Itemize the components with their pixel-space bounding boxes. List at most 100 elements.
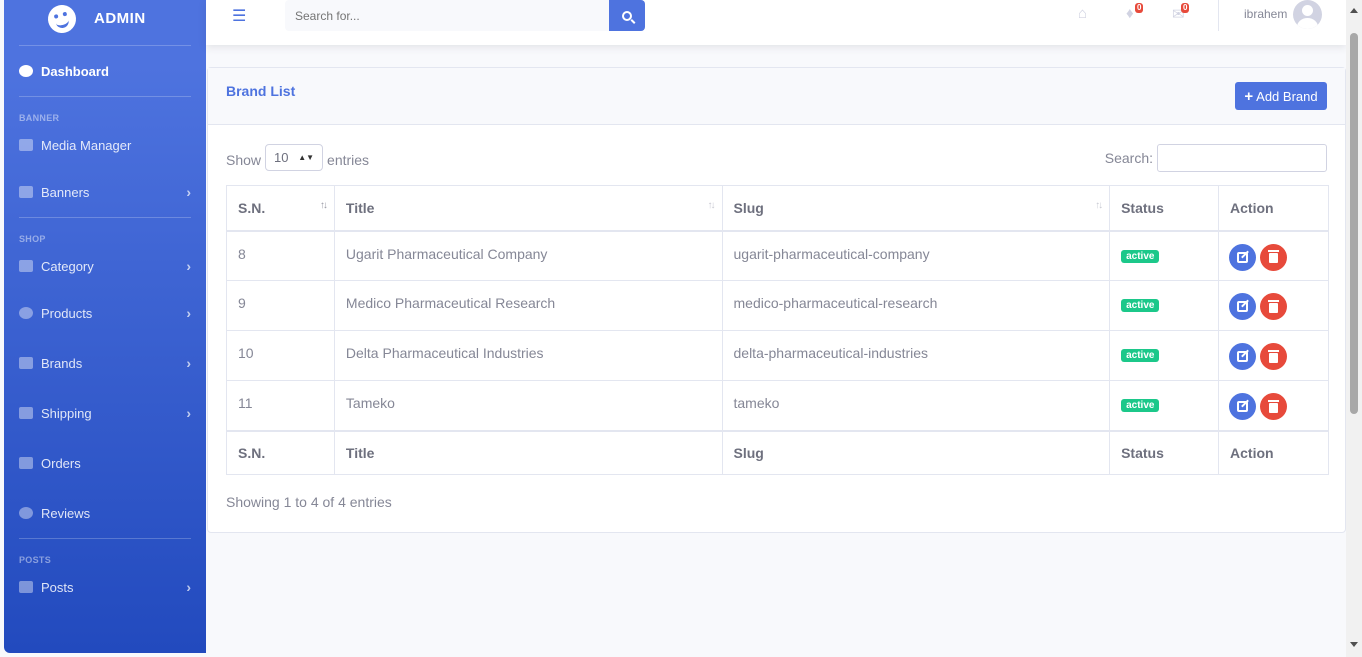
messages-count-badge: 0	[1181, 3, 1190, 13]
brand-list-card: Brand List + Add Brand Show 10 ▲▼ entrie…	[207, 67, 1346, 533]
chevron-right-icon: ›	[186, 355, 191, 371]
edit-button[interactable]	[1229, 343, 1257, 370]
sidebar-item-posts[interactable]: Posts ›	[4, 565, 206, 609]
entries-select[interactable]: 10 ▲▼	[265, 144, 324, 171]
sidebar-item-dashboard[interactable]: Dashboard	[4, 46, 206, 96]
entries-label: entries	[327, 151, 370, 168]
cell-status: active	[1109, 230, 1220, 281]
user-name[interactable]: ibrahem	[1244, 7, 1287, 21]
chevron-right-icon: ›	[186, 184, 191, 200]
brand-table: S.N. ↑↓ Title ↑↓ Slug ↑↓ Status Action 8 Ug…	[226, 185, 1329, 475]
footer-header-slug: Slug	[721, 429, 1111, 475]
table-row: 11 Tameko tameko active	[226, 380, 1329, 431]
edit-button[interactable]	[1229, 293, 1257, 320]
cell-sn: 9	[226, 280, 335, 331]
edit-button[interactable]	[1229, 243, 1257, 271]
table-row: 9 Medico Pharmaceutical Research medico-…	[226, 280, 1329, 331]
delete-button[interactable]	[1260, 243, 1288, 271]
search-button[interactable]	[609, 0, 645, 31]
table-search-input[interactable]	[1157, 144, 1327, 172]
table-footer-row: S.N. Title Slug Status Action	[226, 429, 1329, 475]
cell-title: Tameko	[333, 380, 723, 431]
cell-action	[1218, 280, 1329, 331]
column-header-label: S.N.	[238, 199, 266, 216]
home-icon[interactable]: ⌂	[1078, 5, 1087, 22]
sidebar-item-media-manager[interactable]: Media Manager	[4, 123, 206, 167]
card-title: Brand List	[226, 83, 296, 99]
sidebar-item-brands[interactable]: Brands ›	[4, 338, 206, 388]
chevron-right-icon: ›	[186, 258, 191, 274]
trash-icon	[1268, 349, 1280, 363]
column-header-sn[interactable]: S.N. ↑↓	[226, 185, 335, 232]
delete-button[interactable]	[1260, 393, 1288, 420]
chart-area-icon	[19, 139, 33, 151]
scroll-down-arrow-icon[interactable]	[1350, 642, 1358, 647]
search-icon	[622, 10, 632, 21]
scroll-up-arrow-icon[interactable]	[1350, 8, 1358, 13]
cell-action	[1218, 380, 1329, 431]
tachometer-icon	[19, 65, 33, 77]
hammer-icon	[19, 457, 33, 469]
cell-slug: ugarit-pharmaceutical-company	[721, 230, 1111, 281]
column-header-slug[interactable]: Slug ↑↓	[721, 185, 1111, 232]
avatar[interactable]	[1293, 0, 1322, 29]
table-header-row: S.N. ↑↓ Title ↑↓ Slug ↑↓ Status Action	[226, 185, 1329, 232]
sidebar-item-shipping[interactable]: Shipping ›	[4, 388, 206, 438]
cell-title: Medico Pharmaceutical Research	[333, 280, 723, 331]
cell-title: Ugarit Pharmaceutical Company	[333, 230, 723, 281]
sidebar-item-label: Media Manager	[41, 137, 132, 153]
trash-icon	[1268, 399, 1280, 413]
sidebar-item-label: Brands	[41, 355, 83, 371]
sort-icon: ↑↓	[1095, 200, 1103, 211]
scroll-thumb[interactable]	[1350, 33, 1358, 414]
delete-button[interactable]	[1260, 343, 1288, 370]
delete-button[interactable]	[1260, 293, 1288, 320]
column-header-label: Title	[345, 199, 375, 216]
sidebar-heading-banner: BANNER	[19, 113, 60, 123]
sidebar: ADMIN Dashboard BANNER Media Manager Ban…	[4, 0, 206, 653]
page-scrollbar[interactable]	[1346, 0, 1362, 657]
cell-slug: tameko	[721, 380, 1111, 431]
edit-icon	[1237, 351, 1249, 362]
sidebar-item-orders[interactable]: Orders	[4, 438, 206, 488]
datatable-controls: Show 10 ▲▼ entries Search:	[226, 144, 1327, 172]
entries-select-value: 10	[274, 150, 289, 165]
sidebar-item-label: Dashboard	[41, 63, 109, 79]
comments-icon	[19, 507, 33, 519]
sidebar-toggle-icon[interactable]: ☰	[232, 6, 246, 26]
table-info: Showing 1 to 4 of 4 entries	[226, 494, 392, 510]
cell-sn: 11	[226, 380, 335, 431]
sidebar-divider	[19, 538, 191, 539]
add-brand-label: Add Brand	[1256, 88, 1318, 104]
topbar-divider	[1218, 0, 1219, 31]
topbar: ☰ ⌂ ♦ 0 ✉ 0 ibrahem	[206, 0, 1346, 45]
column-header-title[interactable]: Title ↑↓	[333, 185, 723, 232]
bell-icon[interactable]: ♦ 0	[1126, 3, 1144, 22]
search-input[interactable]	[285, 0, 609, 31]
edit-icon	[1237, 301, 1249, 312]
chevron-right-icon: ›	[186, 579, 191, 595]
edit-icon	[1237, 251, 1249, 263]
sidebar-item-reviews[interactable]: Reviews	[4, 488, 206, 538]
table-search-label: Search:	[1104, 150, 1153, 166]
cell-slug: medico-pharmaceutical-research	[721, 280, 1111, 331]
status-badge: active	[1121, 349, 1160, 362]
column-header-label: Slug	[733, 199, 764, 216]
status-badge: active	[1121, 249, 1160, 263]
trash-icon	[1268, 299, 1280, 313]
envelope-icon[interactable]: ✉ 0	[1172, 3, 1190, 23]
folder-icon	[19, 581, 33, 593]
table-row: 10 Delta Pharmaceutical Industries delta…	[226, 330, 1329, 381]
sidebar-item-label: Category	[41, 258, 94, 274]
cell-slug: delta-pharmaceutical-industries	[721, 330, 1111, 381]
edit-button[interactable]	[1229, 393, 1257, 420]
sidebar-item-category[interactable]: Category ›	[4, 244, 206, 288]
footer-header-sn: S.N.	[226, 429, 335, 475]
column-header-status: Status	[1109, 185, 1220, 232]
sidebar-item-label: Orders	[41, 455, 81, 471]
sidebar-item-products[interactable]: Products ›	[4, 288, 206, 338]
sidebar-brand[interactable]: ADMIN	[4, 0, 206, 45]
add-brand-button[interactable]: + Add Brand	[1235, 82, 1327, 110]
sidebar-item-banners[interactable]: Banners ›	[4, 167, 206, 217]
edit-icon	[1237, 401, 1249, 412]
